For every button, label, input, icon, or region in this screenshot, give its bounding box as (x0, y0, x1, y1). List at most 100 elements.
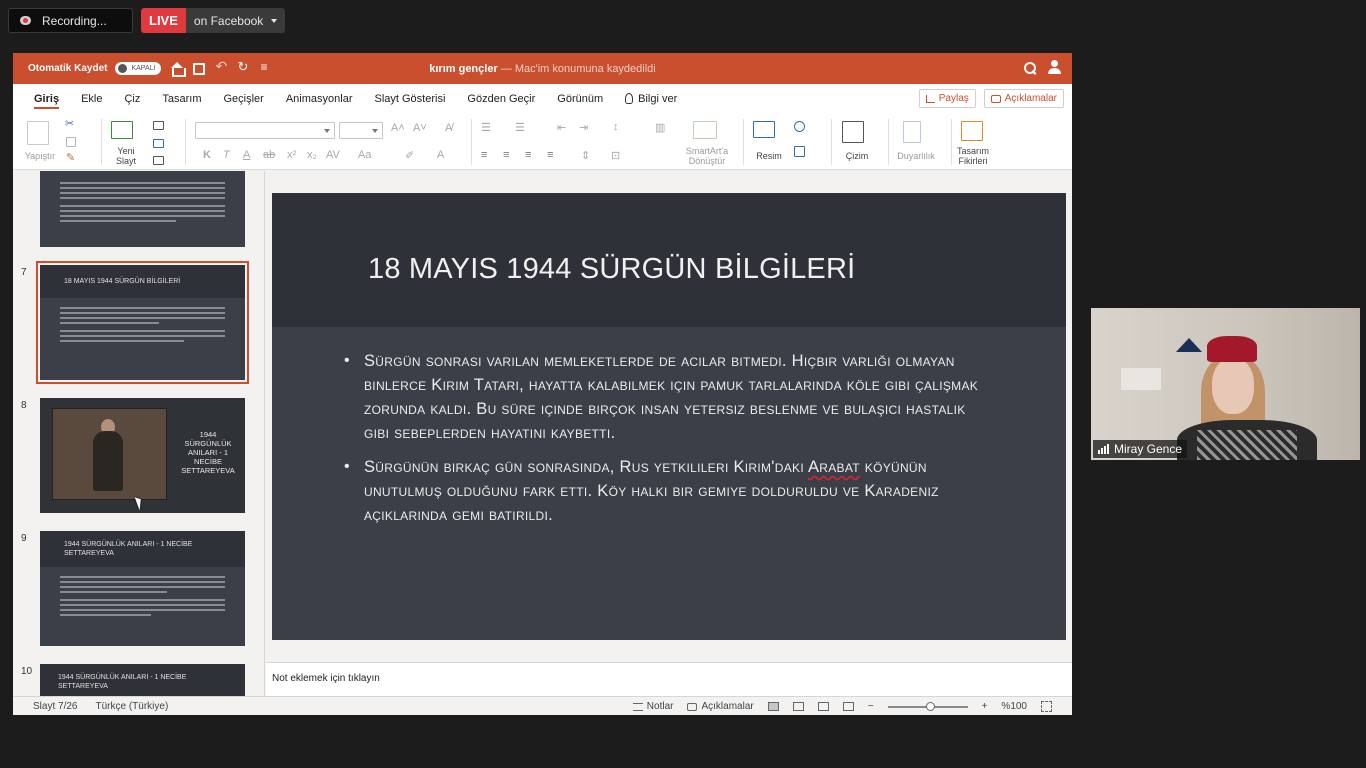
textbox-icon[interactable] (794, 146, 805, 157)
picture-icon[interactable] (753, 121, 775, 138)
recording-label: Recording... (42, 13, 107, 28)
tab-home[interactable]: Giriş (23, 84, 70, 113)
notes-pane[interactable]: Not eklemek için tıklayın (266, 662, 1072, 696)
designer-icon[interactable] (961, 121, 983, 141)
paste-icon[interactable] (27, 121, 49, 145)
fit-to-window-icon[interactable] (1041, 701, 1052, 712)
decrease-font-icon[interactable]: A˅ (413, 122, 427, 134)
zoom-in-icon[interactable]: + (982, 701, 988, 712)
slideshow-icon[interactable] (842, 702, 854, 711)
tab-draw[interactable]: Çiz (113, 84, 151, 113)
shapes-icon[interactable] (794, 121, 805, 132)
font-size-combo[interactable] (339, 122, 383, 139)
slide-title-area[interactable]: 18 MAYIS 1944 SÜRGÜN BİLGİLERİ (272, 193, 1066, 327)
slide-sorter-icon[interactable] (792, 702, 804, 711)
slide-number-7: 7 (21, 267, 27, 278)
account-icon[interactable] (1047, 60, 1062, 75)
zoom-slider[interactable] (887, 701, 968, 711)
language-indicator[interactable]: Türkçe (Türkiye) (95, 701, 168, 712)
font-color-icon[interactable]: A (437, 149, 444, 161)
reset-slide-icon[interactable] (153, 139, 164, 148)
slide-thumbnail-6[interactable] (40, 171, 245, 247)
numbering-icon[interactable]: ☰ (515, 121, 525, 134)
bold-icon[interactable]: K (203, 149, 211, 161)
new-slide-icon[interactable] (111, 121, 133, 139)
spelling-error-word[interactable]: Arabat (808, 458, 860, 476)
customize-toolbar-icon[interactable] (259, 60, 271, 75)
tab-view[interactable]: Görünüm (546, 84, 614, 113)
slide-bullet-1[interactable]: Sürgün sonrası varılan memleketlerde de … (344, 349, 994, 445)
slide-thumbnail-10[interactable]: 1944 SÜRGÜNLÜK ANILARI - 1 NECİBE SETTAR… (40, 664, 245, 696)
undo-icon[interactable] (215, 58, 227, 75)
zoom-out-icon[interactable]: − (868, 701, 874, 712)
thumb-title-9: 1944 SÜRGÜNLÜK ANILARI - 1 NECİBE SETTAR… (40, 531, 245, 567)
share-button[interactable]: Paylaş (918, 89, 976, 108)
cloud-record-icon (17, 14, 34, 27)
italic-icon[interactable]: T (223, 149, 230, 161)
participant-video[interactable]: Miray Gence (1091, 308, 1360, 460)
slide-title[interactable]: 18 MAYIS 1944 SÜRGÜN BİLGİLERİ (368, 253, 855, 286)
autosave-toggle[interactable]: KAPALI (115, 62, 162, 75)
superscript-icon[interactable]: x² (287, 149, 296, 161)
notes-toggle[interactable]: Notlar (632, 701, 673, 712)
slide-thumbnail-8[interactable]: 1944 SÜRGÜNLÜK ANILARI - 1 NECİBE SETTAR… (40, 398, 245, 513)
thumb-title-8: 1944 SÜRGÜNLÜK ANILARI - 1 NECİBE SETTAR… (181, 430, 235, 475)
highlight-icon[interactable]: ✐ (405, 149, 414, 162)
tab-design[interactable]: Tasarım (151, 84, 212, 113)
reading-view-icon[interactable] (817, 702, 829, 711)
comments-toggle[interactable]: Açıklamalar (687, 701, 754, 712)
slide-bullet-2[interactable]: Sürgünün birkaç gün sonrasında, Rus yetk… (344, 455, 994, 527)
normal-view-icon[interactable] (767, 702, 779, 711)
drawing-icon[interactable] (842, 121, 864, 143)
section-icon[interactable] (153, 156, 164, 165)
text-direction-icon[interactable]: ⇕ (581, 149, 590, 162)
sensitivity-icon[interactable] (903, 121, 921, 143)
redo-icon[interactable] (237, 59, 249, 75)
tab-transitions[interactable]: Geçişler (213, 84, 275, 113)
smartart-icon[interactable] (693, 121, 717, 139)
character-spacing-icon[interactable]: AV (326, 149, 340, 161)
slide-editor[interactable]: 18 MAYIS 1944 SÜRGÜN BİLGİLERİ Sürgün so… (266, 171, 1072, 658)
tab-slideshow[interactable]: Slayt Gösterisi (363, 84, 456, 113)
underline-icon[interactable]: A (243, 149, 250, 161)
change-case-icon[interactable]: Aa (358, 149, 371, 161)
home-icon[interactable] (171, 61, 187, 77)
copy-icon[interactable] (66, 137, 76, 147)
cut-icon[interactable]: ✂ (65, 117, 74, 130)
increase-font-icon[interactable]: A˄ (391, 122, 405, 134)
line-spacing-icon[interactable]: ↕ (613, 121, 619, 133)
zoom-level[interactable]: %100 (1001, 701, 1027, 712)
zoom-slider-handle[interactable] (925, 701, 935, 711)
slide-thumbnail-pane[interactable]: 7 18 MAYIS 1944 SÜRGÜN BİLGİLERİ 8 1944 … (13, 171, 265, 696)
slide-thumbnail-9[interactable]: 1944 SÜRGÜNLÜK ANILARI - 1 NECİBE SETTAR… (40, 531, 245, 646)
align-text-icon[interactable]: ⊡ (611, 149, 620, 162)
align-right-icon[interactable]: ≡ (525, 149, 531, 161)
tab-insert[interactable]: Ekle (70, 84, 113, 113)
strikethrough-icon[interactable]: ab (263, 149, 275, 161)
decrease-indent-icon[interactable]: ⇤ (557, 121, 566, 134)
align-left-icon[interactable]: ≡ (481, 149, 487, 161)
increase-indent-icon[interactable]: ⇥ (579, 121, 588, 134)
comments-button[interactable]: Açıklamalar (983, 89, 1064, 108)
layout-icon[interactable] (153, 121, 164, 130)
search-icon[interactable] (1024, 62, 1036, 74)
slide-content-placeholder[interactable]: Sürgün sonrası varılan memleketlerde de … (344, 349, 994, 537)
subscript-icon[interactable]: x₂ (307, 149, 317, 161)
clear-format-icon[interactable]: A̸ (445, 122, 452, 134)
tab-animations[interactable]: Animasyonlar (275, 84, 364, 113)
recording-indicator[interactable]: Recording... (8, 8, 133, 33)
tab-review[interactable]: Gözden Geçir (456, 84, 546, 113)
align-center-icon[interactable]: ≡ (503, 149, 509, 161)
format-painter-icon[interactable]: ✎ (66, 151, 75, 164)
live-stream-button[interactable]: LIVE on Facebook (141, 8, 286, 33)
tell-me[interactable]: Bilgi ver (614, 84, 688, 113)
columns-icon[interactable]: ▥ (655, 121, 665, 134)
save-icon[interactable] (193, 62, 206, 75)
picture-label: Resim (756, 151, 782, 161)
new-slide-label-2: Slayt (115, 156, 136, 166)
bullets-icon[interactable]: ☰ (481, 121, 491, 134)
slide-thumbnail-7[interactable]: 18 MAYIS 1944 SÜRGÜN BİLGİLERİ (36, 261, 249, 384)
font-family-combo[interactable] (195, 122, 335, 139)
notes-icon (632, 702, 643, 711)
justify-icon[interactable]: ≡ (547, 149, 553, 161)
